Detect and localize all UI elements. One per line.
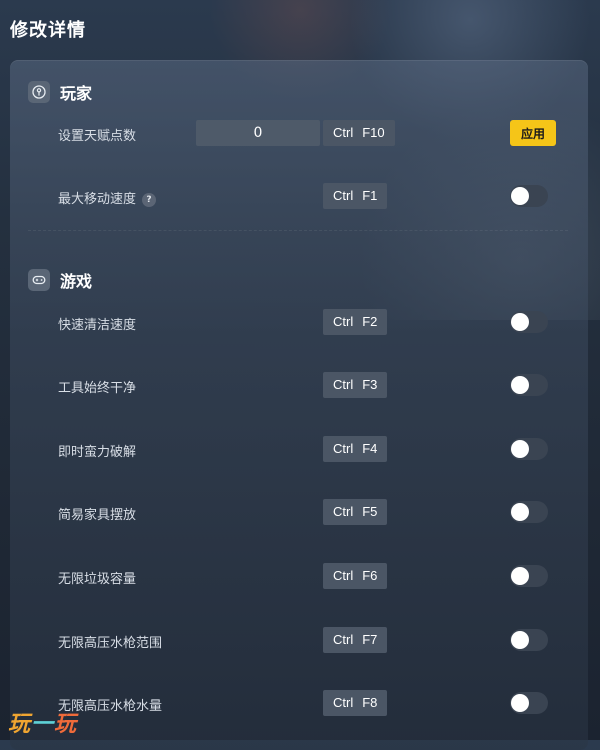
watermark-char: 玩 <box>54 712 78 737</box>
hotkey-key: F2 <box>362 314 378 329</box>
row-talent-points: 设置天赋点数 Ctrl F10 应用 <box>0 120 600 146</box>
row-easy-furniture-placement: 简易家具摆放 Ctrl F5 <box>0 499 600 525</box>
talent-points-input[interactable] <box>196 120 320 146</box>
toggle-switch[interactable] <box>510 629 548 651</box>
hotkey-badge[interactable]: Ctrl F2 <box>323 309 388 335</box>
toggle-knob <box>511 567 529 585</box>
toggle-switch[interactable] <box>510 185 548 207</box>
watermark-char: 玩 <box>8 712 32 737</box>
row-label: 简易家具摆放 <box>58 508 137 523</box>
row-label-text: 最大移动速度 <box>58 192 137 207</box>
toggle-switch[interactable] <box>510 692 548 714</box>
row-label: 快速清洁速度 <box>58 318 137 333</box>
hotkey-modifier: Ctrl <box>333 188 354 203</box>
toggle-knob <box>511 631 529 649</box>
apply-button[interactable]: 应用 <box>510 120 556 146</box>
section-game-title: 游戏 <box>60 272 93 291</box>
hotkey-badge[interactable]: Ctrl F4 <box>323 436 388 462</box>
row-instant-brute-force: 即时蛮力破解 Ctrl F4 <box>0 436 600 462</box>
row-unlimited-washer-range: 无限高压水枪范围 Ctrl F7 <box>0 627 600 653</box>
row-unlimited-trash-capacity: 无限垃圾容量 Ctrl F6 <box>0 563 600 589</box>
section-game-header: 游戏 <box>28 267 92 293</box>
hotkey-badge[interactable]: Ctrl F8 <box>323 690 388 716</box>
hotkey-key: F5 <box>362 504 378 519</box>
hotkey-key: F3 <box>362 377 378 392</box>
hotkey-modifier: Ctrl <box>333 441 354 456</box>
toggle-switch[interactable] <box>510 438 548 460</box>
toggle-switch[interactable] <box>510 565 548 587</box>
toggle-knob <box>511 313 529 331</box>
hotkey-key: F8 <box>362 695 378 710</box>
hotkey-modifier: Ctrl <box>333 377 354 392</box>
hotkey-badge[interactable]: Ctrl F5 <box>323 499 388 525</box>
section-player-header: 玩家 <box>28 79 92 105</box>
row-label: 无限垃圾容量 <box>58 572 137 587</box>
toggle-knob <box>511 503 529 521</box>
gamepad-icon <box>28 269 50 291</box>
toggle-switch[interactable] <box>510 311 548 333</box>
hotkey-modifier: Ctrl <box>333 314 354 329</box>
row-label: 即时蛮力破解 <box>58 445 137 460</box>
hotkey-badge[interactable]: Ctrl F7 <box>323 627 388 653</box>
toggle-knob <box>511 187 529 205</box>
hotkey-modifier: Ctrl <box>333 568 354 583</box>
hotkey-modifier: Ctrl <box>333 504 354 519</box>
hotkey-badge[interactable]: Ctrl F10 <box>323 120 395 146</box>
toggle-switch[interactable] <box>510 374 548 396</box>
row-label: 工具始终干净 <box>58 381 137 396</box>
hotkey-badge[interactable]: Ctrl F1 <box>323 183 388 209</box>
hotkey-key: F7 <box>362 632 378 647</box>
row-label: 最大移动速度? <box>58 188 157 207</box>
section-player-title: 玩家 <box>60 84 93 103</box>
hotkey-badge[interactable]: Ctrl F6 <box>323 563 388 589</box>
row-unlimited-washer-water: 无限高压水枪水量 Ctrl F8 <box>0 690 600 716</box>
toggle-knob <box>511 440 529 458</box>
page-title: 修改详情 <box>10 20 86 41</box>
row-label: 无限高压水枪范围 <box>58 636 163 651</box>
player-icon <box>28 81 50 103</box>
toggle-knob <box>511 694 529 712</box>
hotkey-key: F4 <box>362 441 378 456</box>
help-icon[interactable]: ? <box>142 193 157 207</box>
hotkey-modifier: Ctrl <box>333 125 354 140</box>
toggle-knob <box>511 376 529 394</box>
hotkey-modifier: Ctrl <box>333 695 354 710</box>
row-tools-always-clean: 工具始终干净 Ctrl F3 <box>0 372 600 398</box>
toggle-switch[interactable] <box>510 501 548 523</box>
row-max-move-speed: 最大移动速度? Ctrl F1 <box>0 183 600 209</box>
section-divider <box>28 230 568 231</box>
watermark-char: 一 <box>31 712 55 737</box>
hotkey-badge[interactable]: Ctrl F3 <box>323 372 388 398</box>
row-fast-clean-speed: 快速清洁速度 Ctrl F2 <box>0 309 600 335</box>
site-watermark: 玩一玩 <box>8 706 77 738</box>
hotkey-modifier: Ctrl <box>333 632 354 647</box>
hotkey-key: F6 <box>362 568 378 583</box>
row-label: 设置天赋点数 <box>58 129 137 144</box>
hotkey-key: F1 <box>362 188 378 203</box>
hotkey-key: F10 <box>362 125 385 140</box>
